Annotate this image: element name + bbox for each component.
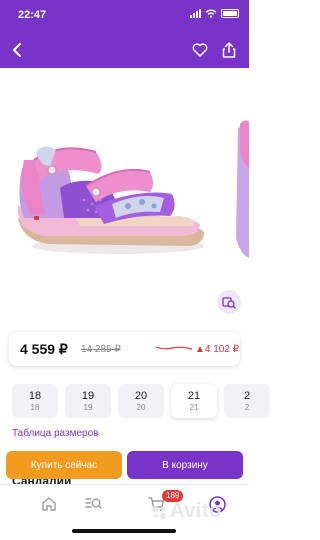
size-label: 21 xyxy=(187,389,201,402)
size-chip[interactable]: 2 2 xyxy=(224,384,270,418)
size-selector: 18 18 19 19 20 20 21 21 2 2 xyxy=(12,384,270,418)
share-button[interactable] xyxy=(218,39,240,61)
home-indicator xyxy=(72,529,176,533)
status-bar: 22:47 xyxy=(0,0,249,32)
size-chip[interactable]: 19 19 xyxy=(65,384,111,418)
tab-home[interactable] xyxy=(39,494,59,514)
size-label: 2 xyxy=(243,389,251,402)
product-photo xyxy=(17,120,249,258)
share-icon xyxy=(222,42,236,58)
nav-header xyxy=(0,32,249,68)
avito-watermark: Avito xyxy=(150,500,222,523)
chevron-left-icon xyxy=(13,43,21,57)
home-icon xyxy=(42,497,56,511)
watermark-text: Avito xyxy=(170,500,222,522)
battery-icon xyxy=(221,9,239,18)
price-card: 4 559 ₽ 14 285 ₽ ▲4 102 ₽ xyxy=(9,332,240,366)
buy-now-button[interactable]: Купить сейчас xyxy=(6,451,122,479)
image-search-button[interactable] xyxy=(217,290,241,314)
size-label: 19 xyxy=(81,389,95,402)
size-table-link[interactable]: Таблица размеров xyxy=(12,428,98,439)
catalog-search-icon xyxy=(84,498,102,509)
image-search-icon xyxy=(222,297,236,309)
product-image-gallery[interactable] xyxy=(0,68,249,332)
size-sublabel: 19 xyxy=(83,402,93,412)
wifi-icon xyxy=(205,9,217,18)
avito-logo-icon xyxy=(151,505,166,519)
size-sublabel: 18 xyxy=(30,402,40,412)
size-chip[interactable]: 18 18 xyxy=(12,384,58,418)
size-label: 18 xyxy=(28,389,42,402)
price-difference: ▲4 102 ₽ xyxy=(195,344,240,355)
add-to-cart-button[interactable]: В корзину xyxy=(127,451,243,479)
size-label: 20 xyxy=(134,389,148,402)
size-sublabel: 20 xyxy=(136,402,146,412)
current-price: 4 559 ₽ xyxy=(20,341,68,357)
status-icons xyxy=(190,9,239,18)
favorite-button[interactable] xyxy=(189,39,211,61)
status-time: 22:47 xyxy=(18,9,47,21)
back-button[interactable] xyxy=(6,39,28,61)
signal-icon xyxy=(190,9,201,18)
tab-catalog-search[interactable] xyxy=(83,494,103,514)
old-price: 14 285 ₽ xyxy=(81,344,121,355)
size-sublabel: 21 xyxy=(189,402,199,412)
size-chip-selected[interactable]: 21 21 xyxy=(171,384,217,418)
size-chip[interactable]: 20 20 xyxy=(118,384,164,418)
price-trend-icon xyxy=(155,346,193,350)
heart-icon xyxy=(192,43,208,57)
size-sublabel: 2 xyxy=(244,402,250,412)
